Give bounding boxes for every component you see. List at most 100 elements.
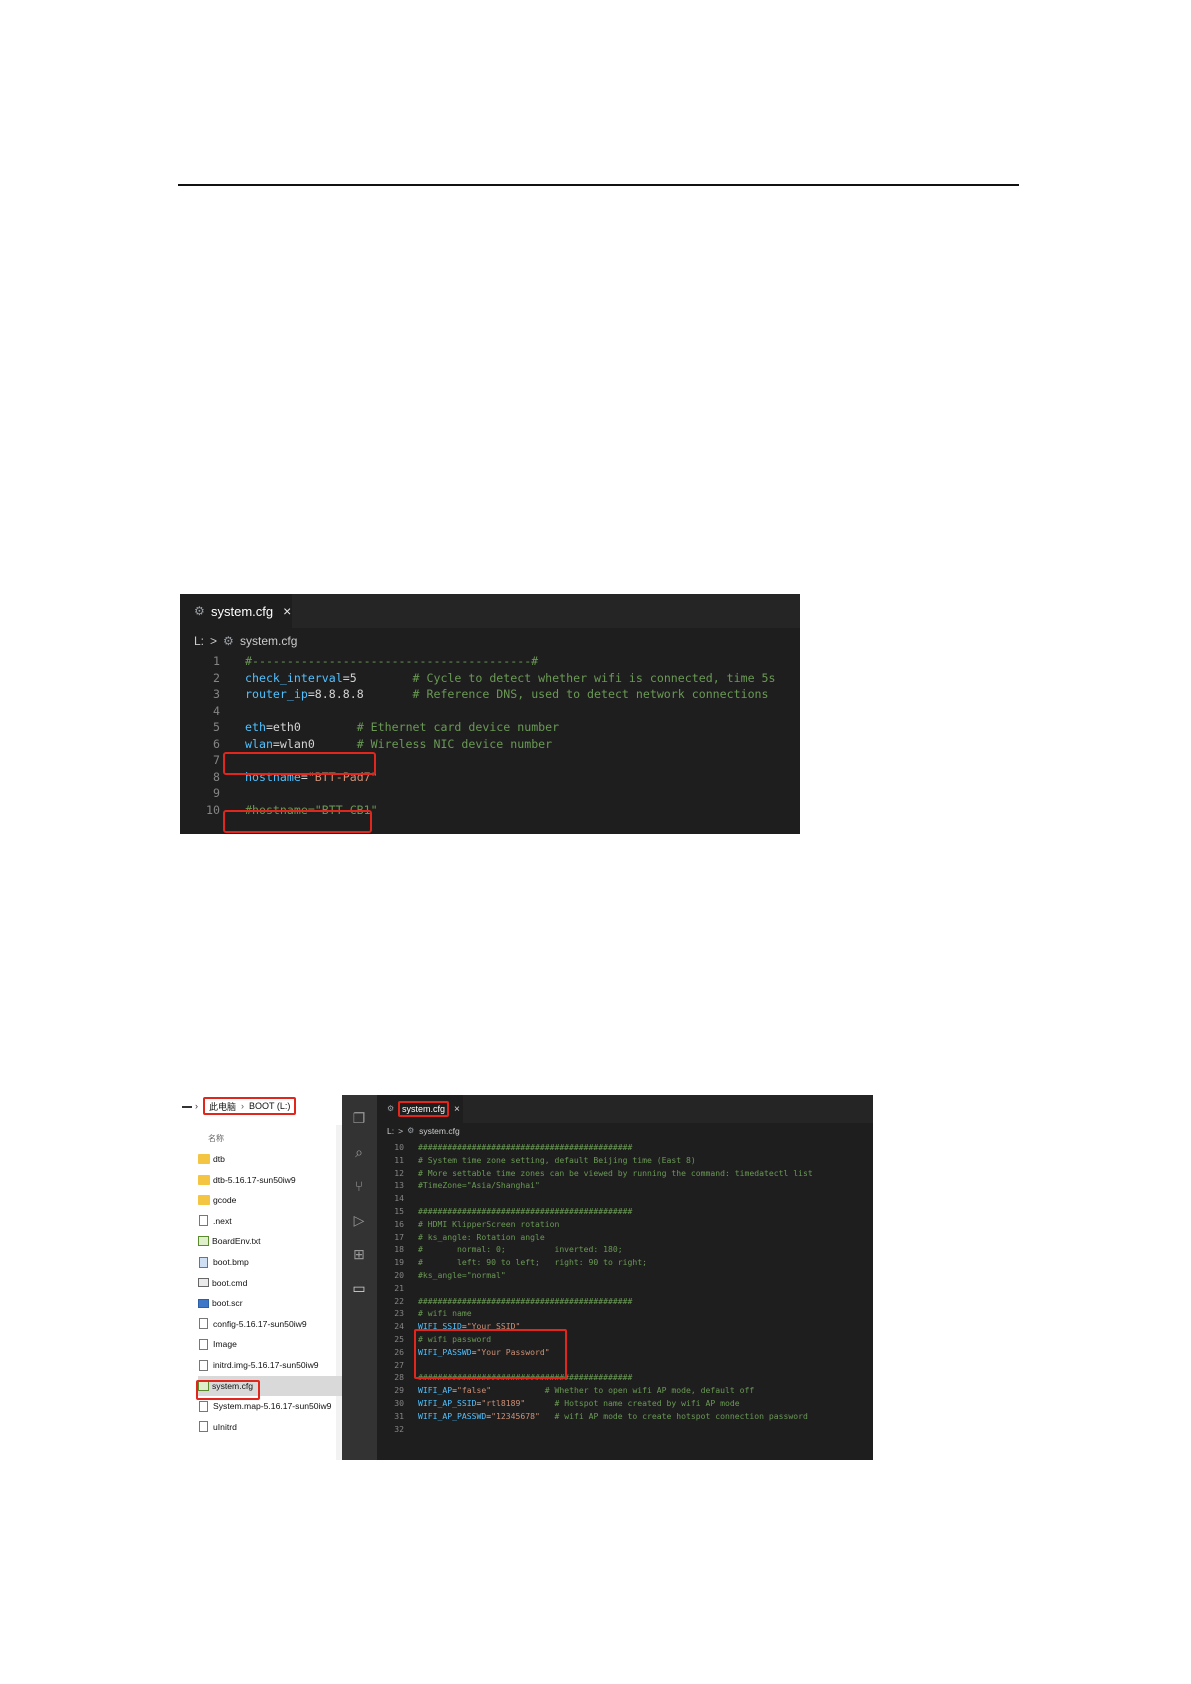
- chevron-right-icon: ›: [195, 1101, 198, 1111]
- gear-icon: ⚙: [223, 634, 234, 648]
- remote-explorer-icon[interactable]: ▭: [350, 1279, 368, 1297]
- search-icon[interactable]: ⌕: [350, 1143, 368, 1161]
- line-text: # normal: 0; inverted: 180;: [418, 1243, 623, 1257]
- explorer-icon[interactable]: ❐: [350, 1109, 368, 1127]
- list-item[interactable]: boot.bmp: [198, 1252, 342, 1272]
- run-debug-icon[interactable]: ▷: [350, 1211, 368, 1229]
- line-number: 9: [213, 786, 220, 800]
- column-header-name[interactable]: 名称: [208, 1133, 224, 1144]
- source-control-icon[interactable]: ⑂: [350, 1177, 368, 1195]
- line-number: 22: [394, 1295, 404, 1306]
- code-line[interactable]: 19 # left: 90 to left; right: 90 to right…: [377, 1256, 873, 1270]
- line-text: check_interval=5 # Cycle to detect wheth…: [245, 669, 776, 687]
- code-line[interactable]: 1 #--------------------------------------…: [180, 652, 800, 670]
- code-line[interactable]: 14: [377, 1192, 873, 1206]
- code-line[interactable]: 22 ######################################…: [377, 1295, 873, 1309]
- code-line[interactable]: 11 # System time zone setting, default Be…: [377, 1154, 873, 1168]
- close-icon[interactable]: ×: [283, 603, 291, 619]
- tab-system-cfg[interactable]: ⚙ system.cfg ×: [180, 594, 292, 628]
- breadcrumb-root[interactable]: L:: [387, 1126, 394, 1136]
- code-line[interactable]: 6 wlan=wlan0 # Wireless NIC device number: [180, 735, 800, 753]
- file-name: System.map-5.16.17-sun50iw9: [213, 1401, 332, 1412]
- breadcrumb-root[interactable]: L:: [194, 634, 204, 648]
- image-file-icon: [199, 1256, 208, 1268]
- list-item[interactable]: Image: [198, 1334, 342, 1354]
- line-number: 15: [394, 1206, 404, 1216]
- tab-bar: ⚙ system.cfg ×: [180, 594, 800, 628]
- comment-text: ########################################…: [418, 1295, 633, 1306]
- code-line[interactable]: 17 # ks_angle: Rotation angle: [377, 1231, 873, 1245]
- file-name: gcode: [213, 1195, 237, 1206]
- comment-text: ########################################…: [418, 1142, 633, 1152]
- file-name: config-5.16.17-sun50iw9: [213, 1318, 307, 1329]
- list-item[interactable]: gcode: [198, 1190, 342, 1210]
- list-item[interactable]: dtb: [198, 1149, 342, 1169]
- highlight-box-hostname: [223, 752, 376, 775]
- code-line[interactable]: 4: [180, 702, 800, 720]
- code-line[interactable]: 2 check_interval=5 # Cycle to detect whet…: [180, 669, 800, 687]
- list-item[interactable]: boot.scr: [198, 1293, 342, 1313]
- file-name: boot.cmd: [212, 1277, 248, 1288]
- line-number: 11: [394, 1154, 404, 1165]
- text-file-icon: [198, 1236, 209, 1247]
- address-path[interactable]: 此电脑 › BOOT (L:): [203, 1097, 297, 1115]
- line-number: 1: [213, 654, 220, 668]
- code-line[interactable]: 21: [377, 1282, 873, 1296]
- file-name: boot.scr: [212, 1298, 243, 1309]
- tab-system-cfg[interactable]: ⚙ system.cfg ×: [377, 1095, 463, 1123]
- code-line[interactable]: 29 WIFI_AP="false" # Whether to open wifi…: [377, 1384, 873, 1398]
- comment-text: # ks_angle: Rotation angle: [418, 1231, 545, 1242]
- line-number: 6: [213, 736, 220, 751]
- code-line[interactable]: 18 # normal: 0; inverted: 180;: [377, 1243, 873, 1257]
- extensions-icon[interactable]: ⊞: [350, 1245, 368, 1263]
- line-number: 24: [394, 1321, 404, 1332]
- editor-screenshot-wifi: › 此电脑 › BOOT (L:) 名称 dtb dtb-5.16.17-sun5…: [180, 1095, 873, 1460]
- list-item[interactable]: uInitrd: [198, 1417, 342, 1437]
- line-number: 4: [213, 703, 220, 718]
- breadcrumb-file[interactable]: system.cfg: [419, 1126, 460, 1136]
- comment-text: # Ethernet card device number: [356, 720, 560, 734]
- list-item[interactable]: initrd.img-5.16.17-sun50iw9: [198, 1355, 342, 1375]
- line-number: 16: [394, 1218, 404, 1229]
- code-line[interactable]: 16 # HDMI KlipperScreen rotation: [377, 1218, 873, 1232]
- code-line[interactable]: 5 eth=eth0 # Ethernet card device number: [180, 718, 800, 736]
- line-number: 28: [394, 1372, 404, 1383]
- list-item[interactable]: BoardEnv.txt: [198, 1231, 342, 1251]
- folder-icon: [198, 1195, 210, 1206]
- line-number: 29: [394, 1385, 404, 1396]
- file-name: .next: [213, 1215, 232, 1226]
- config-key: WIFI_AP_SSID: [418, 1398, 477, 1408]
- chevron-right-icon: >: [398, 1126, 404, 1136]
- file-icon: [199, 1338, 208, 1350]
- file-name: BoardEnv.txt: [212, 1236, 261, 1247]
- code-line[interactable]: 3 router_ip=8.8.8.8 # Reference DNS, used…: [180, 685, 800, 703]
- line-text: #---------------------------------------…: [245, 652, 538, 670]
- breadcrumb-file[interactable]: system.cfg: [240, 634, 297, 648]
- code-line[interactable]: 30 WIFI_AP_SSID="rtl8189" # Hotspot name …: [377, 1397, 873, 1411]
- code-line[interactable]: 9: [180, 784, 800, 802]
- code-line[interactable]: 32: [377, 1423, 873, 1437]
- code-line[interactable]: 10 ######################################…: [377, 1141, 873, 1155]
- code-line[interactable]: 13 #TimeZone="Asia/Shanghai": [377, 1179, 873, 1193]
- list-item[interactable]: .next: [198, 1211, 342, 1231]
- comment-text: #TimeZone="Asia/Shanghai": [418, 1180, 540, 1191]
- list-item[interactable]: dtb-5.16.17-sun50iw9: [198, 1170, 342, 1190]
- code-line[interactable]: 12 # More settable time zones can be view…: [377, 1167, 873, 1181]
- comment-text: #ks_angle="normal": [418, 1270, 506, 1280]
- file-explorer: › 此电脑 › BOOT (L:) 名称 dtb dtb-5.16.17-sun5…: [180, 1095, 342, 1460]
- line-text: #TimeZone="Asia/Shanghai": [418, 1179, 540, 1193]
- close-icon[interactable]: ×: [454, 1104, 460, 1115]
- comment-text: # Cycle to detect whether wifi is connec…: [412, 670, 776, 685]
- tab-bar: ⚙ system.cfg ×: [377, 1095, 873, 1123]
- code-line[interactable]: 31 WIFI_AP_PASSWD="12345678" # wifi AP mo…: [377, 1410, 873, 1424]
- code-line[interactable]: 15 ######################################…: [377, 1205, 873, 1219]
- path-root[interactable]: 此电脑: [209, 1100, 236, 1113]
- list-item[interactable]: config-5.16.17-sun50iw9: [198, 1314, 342, 1334]
- path-drive[interactable]: BOOT (L:): [249, 1101, 290, 1111]
- code-line[interactable]: 20 #ks_angle="normal": [377, 1269, 873, 1283]
- breadcrumb: L: > ⚙ system.cfg: [194, 632, 297, 650]
- comment-text: # Wireless NIC device number: [356, 736, 553, 751]
- code-line[interactable]: 23 # wifi name: [377, 1307, 873, 1321]
- list-item[interactable]: boot.cmd: [198, 1273, 342, 1293]
- line-number: 31: [394, 1410, 404, 1421]
